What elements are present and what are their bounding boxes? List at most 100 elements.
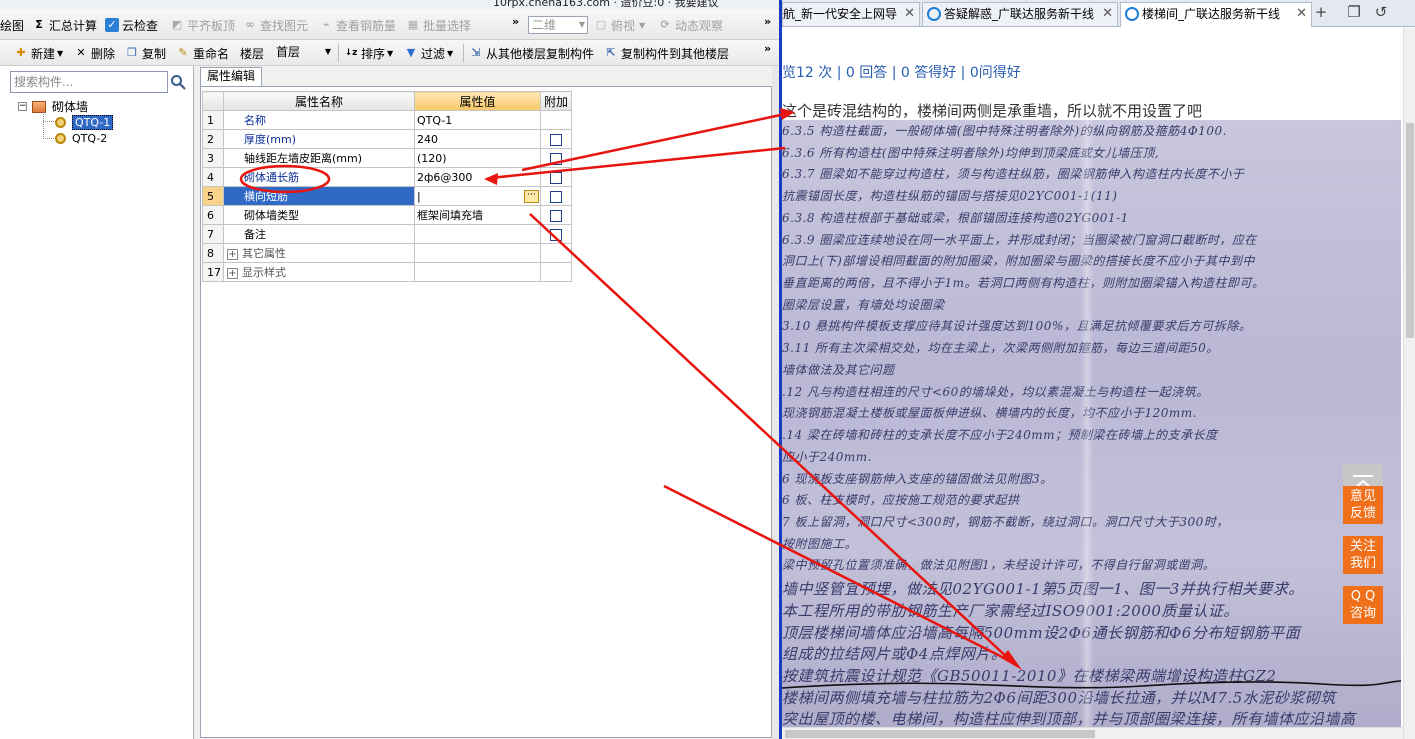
component-search-input[interactable]: 搜索构件... (10, 71, 168, 93)
extra-checkbox[interactable] (550, 171, 562, 184)
flat-slab-button[interactable]: ◩ 平齐板顶 (170, 14, 235, 36)
table-row-group[interactable]: 17 + 显示样式 (202, 262, 572, 282)
property-value[interactable]: (120) (414, 148, 541, 168)
search-icon[interactable] (170, 74, 186, 90)
property-value[interactable]: QTQ-1 (414, 110, 541, 130)
top-view-button[interactable]: ▢ 俯视 ▼ (594, 14, 645, 36)
extra-cell (540, 167, 572, 187)
qq-consult-button[interactable]: Q Q 咨询 (1343, 586, 1383, 624)
close-icon[interactable]: ✕ (904, 3, 915, 25)
filter-button[interactable]: ▼ 过滤 ▼ (404, 42, 453, 64)
table-row-selected[interactable]: 5 横向短筋 | ··· (202, 186, 572, 206)
new-tab-plus-icon[interactable]: + (1310, 4, 1332, 23)
extra-checkbox[interactable] (550, 228, 562, 241)
gld-application-window: 10rpx.chena163.com · 造价豆:0 · 我要建议 绘图 Σ 汇总… (0, 0, 779, 739)
chevron-down-icon: ▼ (324, 47, 331, 56)
close-icon[interactable]: ✕ (1102, 3, 1113, 25)
page-vertical-scrollbar[interactable] (1403, 28, 1415, 739)
follow-us-button[interactable]: 关注 我们 (1343, 536, 1383, 574)
extra-checkbox[interactable] (550, 209, 562, 222)
more-chevron-icon[interactable]: » (764, 15, 771, 28)
sum-calc-button[interactable]: Σ 汇总计算 (32, 14, 97, 36)
sort-button[interactable]: ↓z 排序 ▼ (344, 42, 394, 64)
view-mode-select[interactable]: 二维 ▼ (528, 16, 588, 34)
photo-text-line: .14 梁在砖墙和砖柱的支承长度不应小于240mm；预制梁在砖墙上的支承长度 (782, 428, 1218, 443)
restore-tab-icon[interactable]: ↺ (1370, 4, 1392, 23)
ellipsis-icon[interactable]: ··· (524, 189, 539, 203)
find-element-button[interactable]: ∞ 查找图元 (243, 14, 308, 36)
property-value[interactable]: 2ф6@300 (414, 167, 541, 187)
photo-text-line: 现浇钢筋混凝土楼板或屋面板伸进纵、横墙内的长度，均不应小于120mm. (782, 406, 1197, 421)
photo-text-line: 顶层楼梯间墙体应沿墙高每隔500mm设2Φ6通长钢筋和Φ6分布短钢筋平面 (782, 623, 1301, 642)
photo-text-line: 抗震锚固长度，构造柱纵筋的锚固与搭接见02YC001-1(11) (782, 189, 1118, 204)
feedback-button[interactable]: 意见 反馈 (1343, 486, 1383, 524)
property-value[interactable]: 框架间填充墙 (414, 205, 541, 225)
more-chevron-icon[interactable]: » (512, 15, 519, 28)
extra-cell (540, 148, 572, 168)
property-value[interactable]: 240 (414, 129, 541, 149)
table-row[interactable]: 6 砌体墙类型 框架间填充墙 (202, 205, 572, 225)
brick-wall-icon (32, 100, 46, 113)
table-row-group[interactable]: 8 + 其它属性 (202, 243, 572, 263)
batch-select-button[interactable]: ▦ 批量选择 (406, 14, 471, 36)
property-name: 备注 (223, 224, 415, 244)
chevron-down-icon: ▼ (387, 48, 394, 58)
rename-button[interactable]: ✎ 重命名 (176, 42, 229, 64)
new-button[interactable]: ✚ 新建 ▼ (14, 42, 63, 64)
row-number: 8 (202, 243, 224, 263)
chevron-down-icon: ▼ (447, 48, 454, 58)
row-number: 1 (202, 110, 224, 130)
tree-node-qtq-1[interactable]: QTQ-1 (55, 115, 114, 130)
photo-text-line: 3.11 所有主次梁相交处，均在主梁上，次梁两侧附加箍筋，每边三道间距50。 (782, 341, 1219, 356)
property-value-editor[interactable]: | ··· (414, 186, 541, 206)
column-header-name[interactable]: 属性名称 (223, 91, 415, 111)
dynamic-view-button[interactable]: ⟳ 动态观察 (658, 14, 723, 36)
collapse-icon[interactable]: − (18, 102, 27, 111)
copy-from-floor-button[interactable]: ⇲ 从其他楼层复制构件 (469, 42, 594, 64)
table-row[interactable]: 4 砌体通长筋 2ф6@300 (202, 167, 572, 187)
expand-plus-icon[interactable]: + (227, 248, 238, 260)
row-number: 4 (202, 167, 224, 187)
page-horizontal-scrollbar[interactable] (782, 727, 1403, 739)
browser-tab-qa[interactable]: 答疑解惑_广联达服务新干线 ✕ (922, 2, 1118, 26)
copy-button[interactable]: ❐ 复制 (125, 42, 166, 64)
table-row[interactable]: 7 备注 (202, 224, 572, 244)
more-chevron-icon[interactable]: » (764, 42, 771, 55)
scrollbar-thumb[interactable] (785, 730, 1095, 738)
delete-button[interactable]: ✕ 删除 (74, 42, 115, 64)
new-icon: ✚ (16, 46, 26, 59)
property-value[interactable] (414, 224, 541, 244)
tree-connector (43, 138, 54, 139)
title-strip-text: 10rpx.chena163.com · 造价豆:0 · 我要建议 (493, 0, 719, 9)
component-tree-panel: 搜索构件... − 砌体墙 QTQ-1 QTQ-2 (0, 66, 194, 739)
chevron-down-icon: ▼ (578, 20, 585, 29)
property-name: 砌体通长筋 (223, 167, 415, 187)
table-row[interactable]: 2 厚度(mm) 240 (202, 129, 572, 149)
browser-tab-stairwell[interactable]: 楼梯间_广联达服务新干线 ✕ (1120, 2, 1312, 27)
cloud-check-button[interactable]: ✓ 云检查 (105, 14, 158, 36)
extra-checkbox[interactable] (550, 133, 562, 146)
tree-node-root[interactable]: − 砌体墙 (18, 98, 88, 115)
table-row[interactable]: 1 名称 QTQ-1 (202, 110, 572, 130)
toolbar-divider (463, 44, 464, 62)
view-rebar-button[interactable]: ⌁ 查看钢筋量 (319, 14, 396, 36)
tab-property-edit[interactable]: 属性编辑 (200, 67, 263, 86)
extra-checkbox[interactable] (550, 190, 562, 203)
property-table: 属性名称 属性值 附加 1 名称 QTQ-1 2 厚度(mm) 240 3 轴线… (202, 91, 572, 282)
property-group[interactable]: + 其它属性 (223, 243, 415, 263)
column-header-value[interactable]: 属性值 (414, 91, 541, 111)
tab-list-icon[interactable]: ❐ (1343, 4, 1365, 23)
filter-icon: ▼ (406, 46, 416, 59)
copy-to-floor-button[interactable]: ⇱ 复制构件到其他楼层 (604, 42, 729, 64)
draw-button[interactable]: 绘图 (0, 14, 24, 36)
table-row[interactable]: 3 轴线距左墙皮距离(mm) (120) (202, 148, 572, 168)
close-icon[interactable]: ✕ (1296, 3, 1307, 25)
property-group[interactable]: + 显示样式 (223, 262, 415, 282)
scrollbar-thumb[interactable] (1406, 123, 1414, 338)
expand-plus-icon[interactable]: + (227, 267, 238, 279)
browser-tab-nav[interactable]: 航_新一代安全上网导 ✕ (782, 2, 920, 26)
extra-checkbox[interactable] (550, 152, 562, 165)
floor-select[interactable]: 首层 ▼ (272, 43, 334, 61)
column-header-extra[interactable]: 附加 (540, 91, 572, 111)
tree-node-qtq-2[interactable]: QTQ-2 (55, 132, 107, 145)
